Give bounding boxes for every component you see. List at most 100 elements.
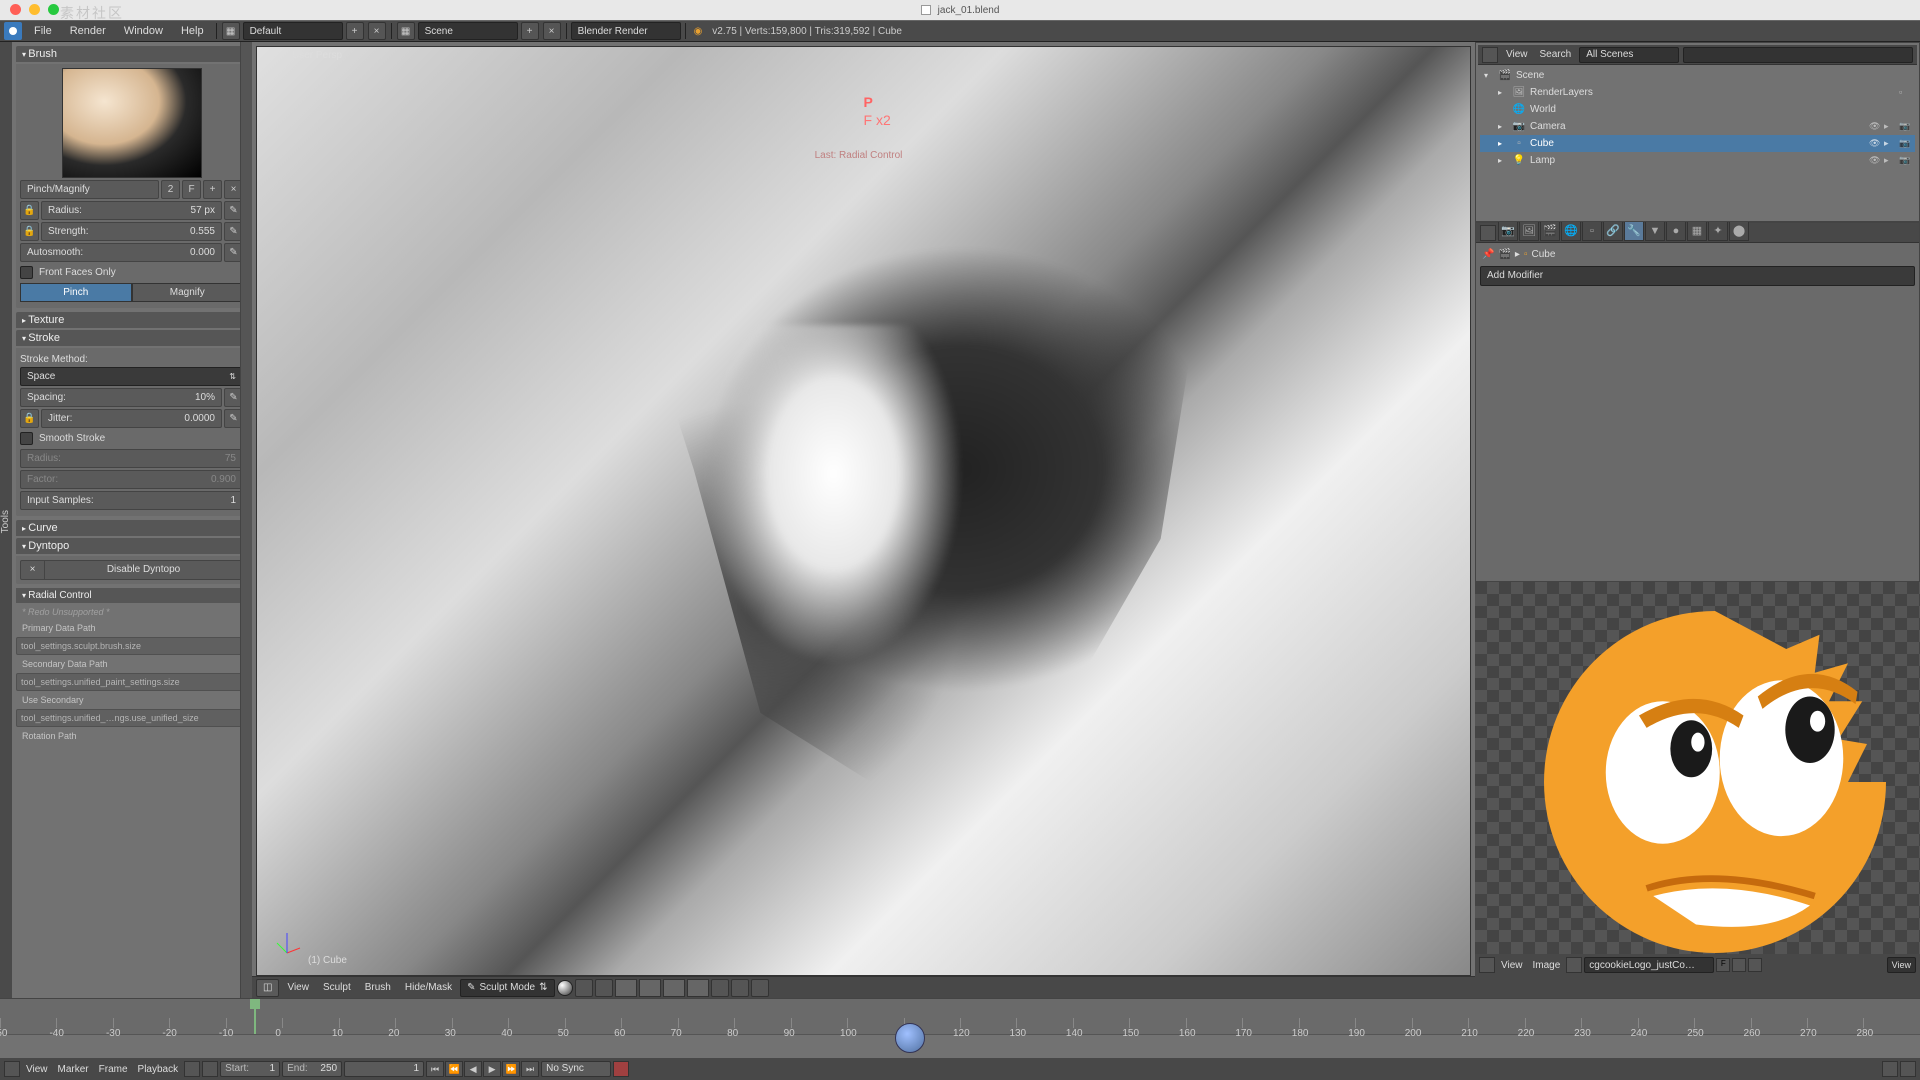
scene-browse-icon[interactable]: ▦: [397, 22, 415, 40]
radius-lock-icon[interactable]: 🔒: [20, 201, 39, 220]
outliner-row-scene[interactable]: ▾🎬Scene: [1480, 67, 1915, 84]
range-icon[interactable]: [184, 1061, 200, 1077]
scene-remove-icon[interactable]: ×: [543, 22, 561, 40]
jitter-lock-icon[interactable]: 🔒: [20, 409, 39, 428]
vp-menu-view[interactable]: View: [281, 982, 315, 993]
ptab-renderlayers[interactable]: 🖼: [1519, 221, 1539, 241]
scene-dropdown[interactable]: Scene: [418, 22, 518, 40]
strength-pressure-icon[interactable]: ✎: [224, 222, 243, 241]
mac-window-controls[interactable]: [10, 4, 59, 15]
magnify-toggle[interactable]: Magnify: [132, 283, 244, 302]
play-reverse-icon[interactable]: ◀: [464, 1061, 482, 1077]
layers-d[interactable]: [687, 979, 709, 997]
ptab-scene[interactable]: 🎬: [1540, 221, 1560, 241]
outliner-row-renderlayers[interactable]: ▸🖼RenderLayers▫: [1480, 84, 1915, 101]
layers-a[interactable]: [615, 979, 637, 997]
follow-icon[interactable]: [202, 1061, 218, 1077]
autosmooth-field[interactable]: Autosmooth:0.000: [20, 243, 222, 262]
outliner-filter-dropdown[interactable]: All Scenes: [1579, 47, 1679, 63]
tl-menu-playback[interactable]: Playback: [134, 1064, 183, 1075]
ptab-world[interactable]: 🌐: [1561, 221, 1581, 241]
ptab-material[interactable]: ●: [1666, 221, 1686, 241]
manipulator-icon[interactable]: [595, 979, 613, 997]
render-preview-icon[interactable]: [751, 979, 769, 997]
key-insert-icon[interactable]: [1900, 1061, 1916, 1077]
keying-set-icon[interactable]: [1882, 1061, 1898, 1077]
timeline-cursor[interactable]: [254, 999, 256, 1034]
render-engine-dropdown[interactable]: Blender Render: [571, 22, 681, 40]
img-menu-image[interactable]: Image: [1529, 960, 1565, 971]
outliner-row-camera[interactable]: ▸📷Camera👁▸📷: [1480, 118, 1915, 135]
timeline-editor-icon[interactable]: [4, 1061, 20, 1077]
menu-file[interactable]: File: [26, 23, 60, 39]
scene-icon[interactable]: 🎬: [1498, 249, 1510, 260]
image-name-field[interactable]: cgcookieLogo_justCo…: [1584, 957, 1714, 973]
lock-camera-icon[interactable]: [711, 979, 729, 997]
vp-menu-hidemask[interactable]: Hide/Mask: [399, 982, 458, 993]
zoom-icon[interactable]: [48, 4, 59, 15]
viewport-canvas[interactable]: [256, 46, 1471, 976]
keyframe-prev-icon[interactable]: ⏪: [445, 1061, 463, 1077]
front-faces-checkbox[interactable]: Front Faces Only: [20, 264, 243, 281]
outliner-menu-view[interactable]: View: [1502, 49, 1532, 60]
brush-name-field[interactable]: Pinch/Magnify: [20, 180, 159, 199]
operator-title[interactable]: Radial Control: [16, 588, 247, 603]
secondary-path-field[interactable]: tool_settings.unified_paint_settings.siz…: [16, 673, 247, 691]
image-editor[interactable]: View Image cgcookieLogo_justCo… F View: [1475, 582, 1920, 976]
ptab-physics[interactable]: ⬤: [1729, 221, 1749, 241]
tl-menu-frame[interactable]: Frame: [95, 1064, 132, 1075]
img-menu-view[interactable]: View: [1497, 960, 1527, 971]
strength-field[interactable]: Strength:0.555: [41, 222, 222, 241]
tl-menu-marker[interactable]: Marker: [54, 1064, 93, 1075]
ptab-data[interactable]: ▼: [1645, 221, 1665, 241]
snap-icon[interactable]: [731, 979, 749, 997]
current-frame-field[interactable]: 1: [344, 1061, 424, 1077]
ptab-constraints[interactable]: 🔗: [1603, 221, 1623, 241]
close-icon[interactable]: ×: [21, 561, 45, 579]
breadcrumb-object[interactable]: Cube: [1531, 249, 1555, 260]
outliner-row-cube[interactable]: ▸▫Cube👁▸📷: [1480, 135, 1915, 152]
brush-preview[interactable]: [62, 68, 202, 178]
add-modifier-dropdown[interactable]: Add Modifier: [1480, 266, 1915, 286]
img-mode-dropdown[interactable]: View: [1887, 957, 1916, 973]
start-frame-field[interactable]: Start:1: [220, 1061, 280, 1077]
cube-icon[interactable]: ▫: [1524, 249, 1528, 260]
editor-type-icon[interactable]: ◫: [256, 979, 279, 997]
jitter-pressure-icon[interactable]: ✎: [224, 409, 243, 428]
radius-pressure-icon[interactable]: ✎: [224, 201, 243, 220]
ptab-modifiers[interactable]: 🔧: [1624, 221, 1644, 241]
img-add-icon[interactable]: [1732, 958, 1746, 972]
autokey-icon[interactable]: [613, 1061, 629, 1077]
ptab-render[interactable]: 📷: [1498, 221, 1518, 241]
tab-tools[interactable]: Tools: [0, 506, 11, 537]
pivot-icon[interactable]: [575, 979, 593, 997]
shading-sphere[interactable]: [557, 980, 573, 996]
stroke-method-dropdown[interactable]: Space: [20, 367, 243, 386]
layout-browse-icon[interactable]: ▦: [222, 22, 240, 40]
screen-layout-dropdown[interactable]: Default: [243, 22, 343, 40]
spacing-pressure-icon[interactable]: ✎: [224, 388, 243, 407]
dyntopo-panel-header[interactable]: Dyntopo: [16, 538, 247, 554]
jump-end-icon[interactable]: ⏭: [521, 1061, 539, 1077]
jump-start-icon[interactable]: ⏮: [426, 1061, 444, 1077]
jitter-field[interactable]: Jitter:0.0000: [41, 409, 222, 428]
scene-add-icon[interactable]: +: [521, 22, 539, 40]
brush-add-icon[interactable]: +: [203, 180, 222, 199]
use-secondary-field[interactable]: tool_settings.unified_…ngs.use_unified_s…: [16, 709, 247, 727]
curve-panel-header[interactable]: Curve: [16, 520, 247, 536]
3d-viewport[interactable]: User Persp P F x2 Last: Radial Control (…: [252, 42, 1475, 998]
layers-c[interactable]: [663, 979, 685, 997]
brush-unlink-icon[interactable]: ×: [224, 180, 243, 199]
end-frame-field[interactable]: End:250: [282, 1061, 342, 1077]
ptab-particles[interactable]: ✦: [1708, 221, 1728, 241]
keyframe-next-icon[interactable]: ⏩: [502, 1061, 520, 1077]
stroke-panel-header[interactable]: Stroke: [16, 330, 247, 346]
layout-remove-icon[interactable]: ×: [368, 22, 386, 40]
menu-render[interactable]: Render: [62, 23, 114, 39]
pinch-toggle[interactable]: Pinch: [20, 283, 132, 302]
brush-users[interactable]: 2: [161, 180, 180, 199]
layout-add-icon[interactable]: +: [346, 22, 364, 40]
brush-fake-user[interactable]: F: [182, 180, 201, 199]
vp-menu-sculpt[interactable]: Sculpt: [317, 982, 357, 993]
close-icon[interactable]: [10, 4, 21, 15]
